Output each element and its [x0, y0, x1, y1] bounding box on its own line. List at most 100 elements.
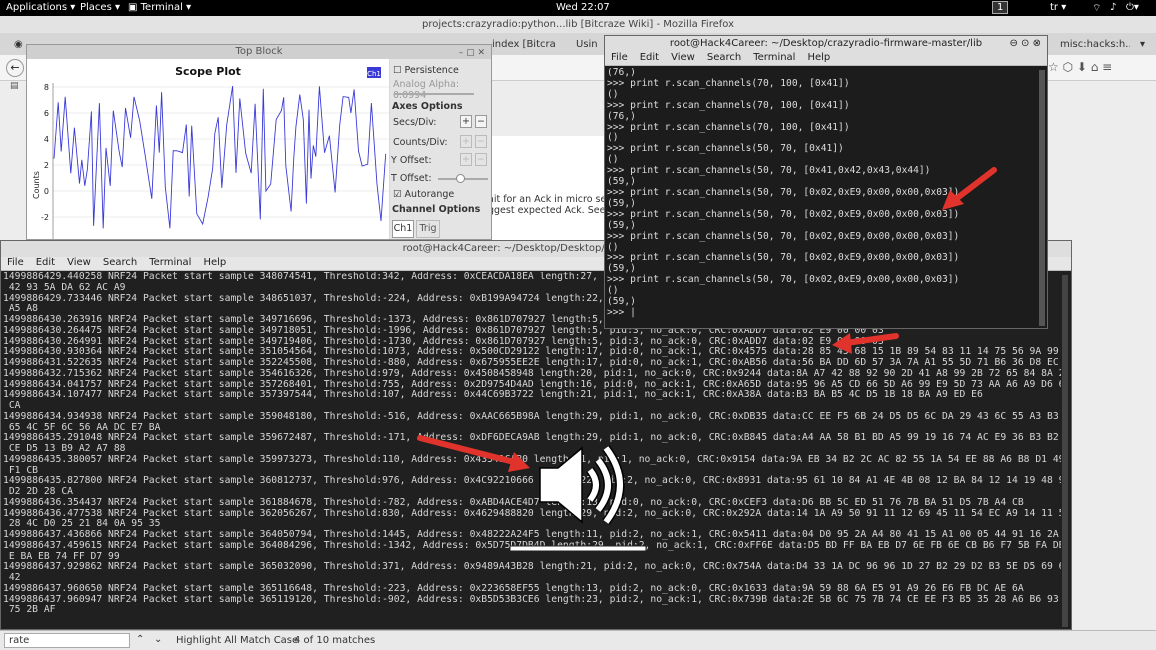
y-offset-minus-button[interactable]: −	[475, 153, 487, 166]
secs-div-label: Secs/Div:	[393, 117, 437, 128]
workspace-indicator[interactable]: 1	[992, 1, 1009, 14]
terminal-menu-bar: File Edit View Search Terminal Help	[605, 52, 1047, 66]
y-tick-label: 8	[44, 83, 49, 92]
scope-title-text: Top Block	[235, 46, 283, 57]
analog-alpha-label: Analog Alpha: 0.0994	[393, 79, 460, 101]
tab-index[interactable]: index [Bitcra	[492, 36, 572, 54]
channel-options-heading: Channel Options	[392, 204, 481, 215]
gnome-top-bar: Applications ▾ Places ▾ ▣ Terminal ▾ Wed…	[0, 0, 1156, 16]
terminal-line: 1499886437.929862 NRF24 Packet start sam…	[3, 561, 1061, 573]
red-arrow-icon	[832, 333, 899, 354]
terminal-app-icon: ▣	[128, 2, 141, 13]
alpha-slider[interactable]	[394, 93, 474, 95]
back-icon[interactable]: ←	[6, 59, 24, 77]
autorange-checkbox[interactable]: ☑ Autorange	[393, 189, 454, 200]
menu-edit[interactable]: Edit	[640, 52, 659, 63]
menu-view[interactable]: View	[671, 52, 695, 63]
power-icon[interactable]: ⏻▾	[1126, 2, 1139, 13]
terminal-line: 1499886434.107477 NRF24 Packet start sam…	[3, 389, 983, 401]
menu-help[interactable]: Help	[807, 52, 830, 63]
find-next-icon[interactable]: ⌄	[154, 634, 162, 645]
menu-help[interactable]: Help	[203, 257, 226, 268]
y-offset-plus-button[interactable]: +	[460, 153, 472, 166]
menu-view[interactable]: View	[67, 257, 91, 268]
scope-plot-area[interactable]: Scope Plot Ch1 Counts 8 6 4 2 0 -2	[27, 59, 389, 239]
terminal-line: (76,)	[607, 110, 636, 122]
highlight-all-toggle[interactable]: Highlight All	[176, 635, 237, 646]
places-menu[interactable]: Places ▾	[80, 2, 120, 13]
applications-menu[interactable]: Applications ▾	[6, 2, 75, 13]
scope-plot-svg: Scope Plot Ch1 Counts 8 6 4 2 0 -2	[32, 65, 389, 239]
wiki-line: ggest expected Ack. See nRF	[488, 205, 618, 216]
terminal-line: >>> print r.scan_channels(50, 70, [0x41]…	[607, 143, 844, 155]
terminal-line: >>> print r.scan_channels(70, 100, [0x41…	[607, 99, 850, 111]
terminal-scrollbar[interactable]	[1062, 275, 1068, 627]
counts-div-label: Counts/Div:	[393, 137, 448, 148]
terminal-line: >>> print r.scan_channels(50, 70, [0x02,…	[607, 230, 960, 242]
terminal-scrollbar[interactable]	[1039, 70, 1045, 326]
scope-window: Top Block – ▢ ✕ Scope Plot Ch1 Counts 8 6…	[26, 44, 492, 240]
terminal-line: 1499886434.934938 NRF24 Packet start sam…	[3, 410, 1061, 422]
firefox-title-bar: projects:crazyradio:python...lib [Bitcra…	[0, 16, 1156, 33]
menu-search[interactable]: Search	[707, 52, 741, 63]
t-offset-slider-handle[interactable]	[456, 174, 465, 183]
y-tick-label: 4	[44, 135, 49, 144]
scope-trace	[53, 86, 387, 229]
red-arrow-icon	[942, 167, 997, 210]
menu-file[interactable]: File	[611, 52, 628, 63]
counts-div-plus-button[interactable]: +	[460, 135, 472, 148]
match-case-toggle[interactable]: Match Case	[240, 635, 298, 646]
tab-trig[interactable]: Trig	[416, 220, 440, 238]
terminal-line: 75 2B AF	[3, 604, 56, 616]
tab-ch1[interactable]: Ch1	[392, 220, 414, 238]
tab-overflow-icon[interactable]: ▾	[1140, 36, 1145, 54]
axes-options-heading: Axes Options	[392, 101, 463, 112]
menu-search[interactable]: Search	[103, 257, 137, 268]
wiki-line: ait for an Ack in micro second	[488, 194, 618, 205]
window-controls[interactable]: ⊖ ⊙ ⊗	[1010, 36, 1042, 52]
terminal-line: 1499886432.715362 NRF24 Packet start sam…	[3, 367, 1061, 379]
autorange-label: Autorange	[404, 189, 455, 200]
menu-icons[interactable]: ☆ ⬡ ⬇ ⌂ ≡	[1048, 60, 1112, 74]
ch1-legend-label: Ch1	[367, 70, 381, 78]
menu-file[interactable]: File	[7, 257, 24, 268]
tab-misc-hacks[interactable]: misc:hacks:h...	[1060, 36, 1130, 54]
bookmarks-icon[interactable]: ▤	[10, 81, 19, 91]
wiki-page-content: ait for an Ack in micro second ggest exp…	[488, 136, 618, 246]
volume-osd	[500, 440, 660, 558]
scope-window-title: Top Block – ▢ ✕	[27, 45, 491, 59]
y-tick-label: 0	[44, 187, 49, 196]
terminal-title-text: root@Hack4Career: ~/Desktop/crazyradio-f…	[669, 38, 983, 49]
persistence-checkbox[interactable]: ☐ Persistence	[393, 65, 459, 76]
t-offset-slider[interactable]	[438, 174, 488, 183]
terminal-line: >>> print r.scan_channels(50, 70, [0x02,…	[607, 252, 960, 264]
terminal-line: (59,)	[607, 296, 636, 308]
secs-div-plus-button[interactable]: +	[460, 115, 472, 128]
clock[interactable]: Wed 22:07	[556, 2, 610, 13]
tab-using[interactable]: Usin	[576, 36, 606, 54]
terminal-line: 1499886437.960650 NRF24 Packet start sam…	[3, 582, 1024, 594]
find-prev-icon[interactable]: ⌃	[136, 634, 144, 645]
window-controls[interactable]: – ▢ ✕	[459, 46, 485, 60]
terminal-line: >>> print r.scan_channels(70, 100, [0x41…	[607, 121, 850, 133]
terminal-app-menu[interactable]: ▣ Terminal ▾	[128, 2, 191, 13]
volume-level-bar	[509, 545, 647, 552]
terminal-line: >>> print r.scan_channels(50, 70, [0x02,…	[607, 274, 960, 286]
keyboard-layout[interactable]: tr ▾	[1050, 2, 1066, 13]
github-icon: ◉	[14, 39, 23, 50]
volume-tray-icon[interactable]: ♪	[1110, 2, 1116, 13]
match-count: 4 of 10 matches	[294, 635, 376, 646]
secs-div-minus-button[interactable]: −	[475, 115, 487, 128]
menu-terminal[interactable]: Terminal	[149, 257, 191, 268]
wifi-icon[interactable]: ⌔	[1092, 2, 1101, 15]
scope-plot-title: Scope Plot	[175, 65, 241, 78]
terminal-title: root@Hack4Career: ~/Desktop/crazyradio-f…	[605, 36, 1047, 52]
persistence-label: Persistence	[404, 65, 459, 76]
find-input[interactable]: rate	[4, 633, 130, 648]
terminal-line: >>> print r.scan_channels(70, 100, [0x41…	[607, 77, 850, 89]
menu-terminal[interactable]: Terminal	[753, 52, 795, 63]
scope-options-panel: ☐ Persistence Analog Alpha: 0.0994 Axes …	[390, 59, 491, 239]
y-axis-label: Counts	[32, 171, 41, 199]
counts-div-minus-button[interactable]: −	[475, 135, 487, 148]
menu-edit[interactable]: Edit	[36, 257, 55, 268]
